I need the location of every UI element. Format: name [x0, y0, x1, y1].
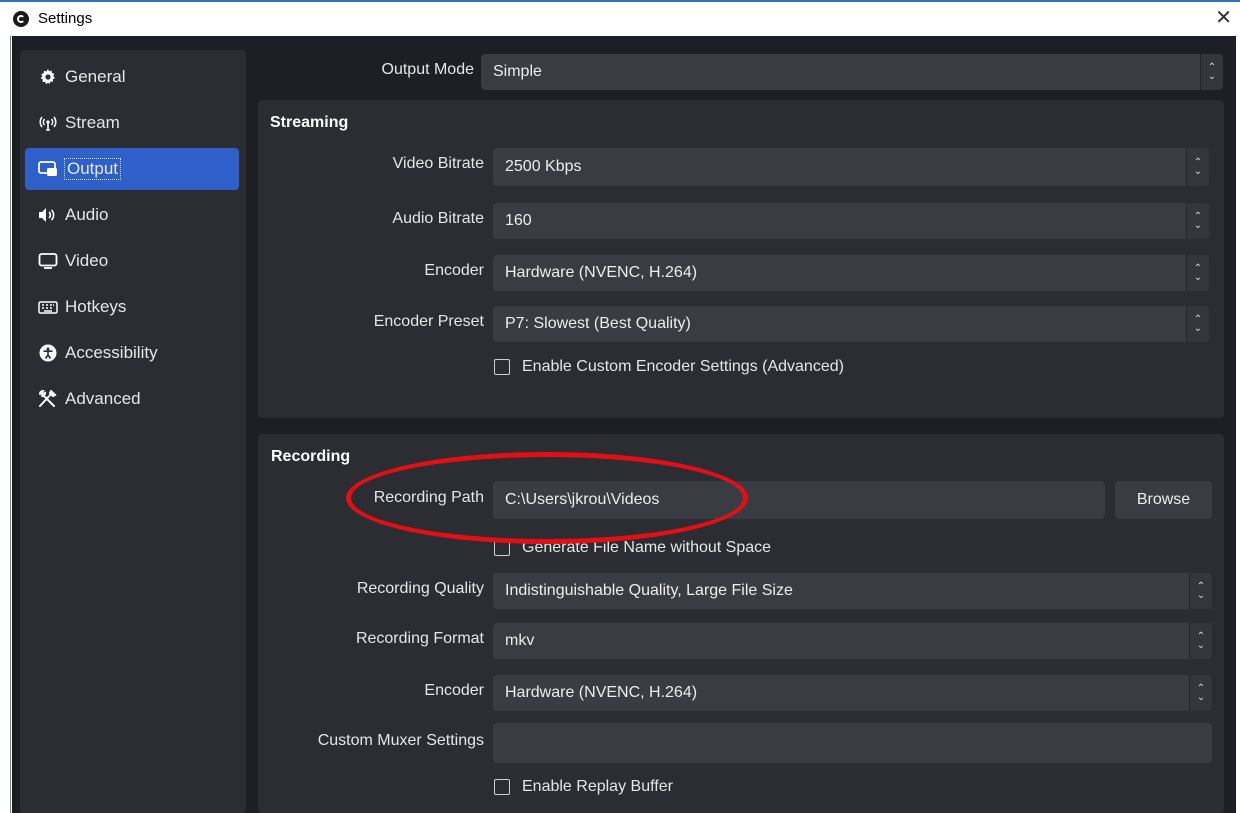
sidebar-item-label: Accessibility	[65, 343, 158, 362]
streaming-encoder-label: Encoder	[424, 262, 484, 279]
browse-button[interactable]: Browse	[1115, 481, 1212, 519]
replay-buffer-label: Enable Replay Buffer	[522, 778, 673, 795]
tools-icon	[35, 389, 61, 409]
monitor-icon	[35, 251, 61, 271]
sidebar-item-stream[interactable]: Stream	[25, 102, 239, 144]
audio-bitrate-select[interactable]: 160 ⌃ ⌄	[493, 203, 1209, 239]
recording-title: Recording	[271, 448, 351, 465]
title-bar: Settings ✕	[0, 0, 1240, 36]
select-arrows-icon: ⌃ ⌄	[1189, 675, 1212, 711]
settings-sidebar: General Stream Output Audio Video Hotkey…	[20, 50, 246, 813]
custom-encoder-row: Enable Custom Encoder Settings (Advanced…	[494, 358, 844, 376]
sidebar-item-label: Advanced	[65, 389, 141, 408]
speaker-icon	[35, 205, 61, 225]
select-arrows-icon: ⌃ ⌄	[1189, 573, 1212, 609]
output-settings-panel: Output Mode Simple ⌃ ⌄ Streaming Video Bi…	[258, 36, 1236, 813]
gear-icon	[35, 67, 61, 87]
streaming-encoder-select[interactable]: Hardware (NVENC, H.264) ⌃ ⌄	[493, 255, 1209, 291]
sidebar-item-label: Video	[65, 251, 109, 270]
custom-encoder-label: Enable Custom Encoder Settings (Advanced…	[522, 358, 844, 375]
audio-bitrate-label: Audio Bitrate	[392, 210, 484, 227]
custom-muxer-label: Custom Muxer Settings	[317, 732, 484, 749]
select-arrows-icon: ⌃ ⌄	[1189, 623, 1212, 659]
recording-encoder-select[interactable]: Hardware (NVENC, H.264) ⌃ ⌄	[493, 675, 1212, 711]
sidebar-item-general[interactable]: General	[25, 56, 239, 98]
replay-buffer-checkbox[interactable]	[494, 779, 510, 795]
output-icon	[35, 159, 61, 179]
recording-encoder-value: Hardware (NVENC, H.264)	[505, 684, 698, 701]
broadcast-icon	[35, 113, 61, 133]
sidebar-item-label: General	[65, 67, 126, 86]
sidebar-item-hotkeys[interactable]: Hotkeys	[25, 286, 239, 328]
recording-path-label: Recording Path	[373, 489, 484, 506]
custom-muxer-input[interactable]	[493, 723, 1212, 763]
video-bitrate-value: 2500 Kbps	[505, 158, 582, 175]
output-mode-value: Simple	[493, 63, 542, 80]
recording-quality-label: Recording Quality	[356, 580, 484, 597]
sidebar-item-advanced[interactable]: Advanced	[25, 378, 239, 420]
output-mode-select[interactable]: Simple ⌃ ⌄	[481, 54, 1223, 90]
recording-format-value: mkv	[505, 632, 535, 649]
sidebar-item-label: Hotkeys	[65, 297, 127, 316]
sidebar-item-accessibility[interactable]: Accessibility	[25, 332, 239, 374]
window-frame-right	[1236, 36, 1240, 813]
gen-filename-row: Generate File Name without Space	[494, 539, 771, 557]
sidebar-item-output[interactable]: Output	[25, 148, 239, 190]
close-icon[interactable]: ✕	[1215, 6, 1232, 30]
window-title: Settings	[38, 10, 93, 27]
sidebar-item-label: Stream	[65, 113, 120, 132]
recording-format-select[interactable]: mkv ⌃ ⌄	[493, 623, 1212, 659]
recording-encoder-label: Encoder	[424, 682, 484, 699]
custom-encoder-checkbox[interactable]	[494, 359, 510, 375]
video-bitrate-spinbox[interactable]: 2500 Kbps ⌃ ⌄	[493, 148, 1209, 186]
accessibility-icon	[35, 343, 61, 363]
keyboard-icon	[35, 297, 61, 317]
select-arrows-icon: ⌃ ⌄	[1186, 306, 1209, 342]
streaming-encoder-value: Hardware (NVENC, H.264)	[505, 264, 698, 281]
recording-path-input[interactable]: C:\Users\jkrou\Videos	[493, 481, 1105, 519]
spinbox-arrows-icon[interactable]: ⌃ ⌄	[1186, 148, 1209, 186]
output-mode-label: Output Mode	[381, 61, 475, 78]
sidebar-item-label: Audio	[65, 205, 109, 224]
sidebar-item-video[interactable]: Video	[25, 240, 239, 282]
select-arrows-icon: ⌃ ⌄	[1186, 255, 1209, 291]
obs-logo-icon	[13, 11, 29, 27]
select-arrows-icon: ⌃ ⌄	[1186, 203, 1209, 239]
sidebar-item-audio[interactable]: Audio	[25, 194, 239, 236]
settings-content: General Stream Output Audio Video Hotkey…	[12, 36, 1236, 813]
recording-quality-select[interactable]: Indistinguishable Quality, Large File Si…	[493, 573, 1212, 609]
replay-buffer-row: Enable Replay Buffer	[494, 778, 673, 796]
sidebar-item-label: Output	[63, 158, 122, 180]
window-frame-left	[0, 36, 11, 813]
streaming-group: Streaming Video Bitrate 2500 Kbps ⌃ ⌄ Aud…	[258, 100, 1224, 418]
gen-filename-checkbox[interactable]	[494, 540, 510, 556]
gen-filename-label: Generate File Name without Space	[522, 539, 772, 556]
select-arrows-icon: ⌃ ⌄	[1200, 54, 1223, 90]
recording-quality-value: Indistinguishable Quality, Large File Si…	[505, 582, 793, 599]
settings-window: Settings ✕ General Stream Output Audio V…	[0, 0, 1240, 813]
recording-path-value: C:\Users\jkrou\Videos	[505, 491, 660, 508]
encoder-preset-select[interactable]: P7: Slowest (Best Quality) ⌃ ⌄	[493, 306, 1209, 342]
audio-bitrate-value: 160	[505, 212, 532, 229]
streaming-title: Streaming	[270, 114, 349, 131]
video-bitrate-label: Video Bitrate	[392, 155, 484, 172]
encoder-preset-value: P7: Slowest (Best Quality)	[505, 315, 691, 332]
encoder-preset-label: Encoder Preset	[373, 313, 484, 330]
recording-format-label: Recording Format	[355, 630, 484, 647]
recording-group: Recording Recording Path C:\Users\jkrou\…	[258, 434, 1224, 813]
